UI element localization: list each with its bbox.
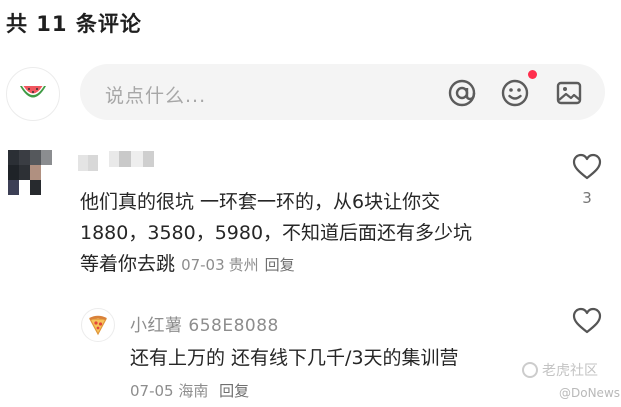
watermark-text: 老虎社区 xyxy=(542,363,598,379)
comment-input-placeholder: 说点什么... xyxy=(105,85,207,107)
like-button[interactable] xyxy=(571,307,603,339)
watermark-logo-icon xyxy=(522,362,538,378)
heart-icon xyxy=(572,307,602,334)
image-icon[interactable] xyxy=(553,77,585,109)
comment-input[interactable]: 说点什么... xyxy=(80,64,605,120)
comments-panel: 共 11 条评论 说点什么... 他们真的很坑 一环套一环的，从6块让你交 18… xyxy=(0,0,621,407)
comment-text-line: 他们真的很坑 一环套一环的，从6块让你交 xyxy=(80,191,441,213)
comment-text-line: 1880，3580，5980，不知道后面还有多少坑 xyxy=(80,222,473,244)
reply-date: 07-05 xyxy=(130,382,174,400)
comment-text-end: 等着你去跳 xyxy=(80,253,176,275)
comment-location: 贵州 xyxy=(228,256,259,274)
like-button[interactable]: 3 xyxy=(571,153,603,207)
commenter-name-pixelated[interactable] xyxy=(78,147,154,173)
reply-link[interactable]: 回复 xyxy=(219,382,249,400)
notification-dot xyxy=(528,70,537,79)
comment-text-line: 等着你去跳 07-03 贵州 回复 xyxy=(80,249,550,281)
emoji-icon[interactable] xyxy=(499,77,531,109)
watermark: 老虎社区 xyxy=(522,360,598,380)
watermelon-icon xyxy=(20,86,46,98)
watermark-sub: @DoNews xyxy=(559,386,621,400)
reply-meta: 07-05 海南 回复 xyxy=(130,380,249,401)
heart-icon xyxy=(572,153,602,180)
at-icon[interactable] xyxy=(446,77,478,109)
comment-date: 07-03 xyxy=(181,256,225,274)
reply-author[interactable]: 小红薯 658E8088 xyxy=(130,311,279,336)
like-count: 3 xyxy=(582,189,592,207)
comment-body: 他们真的很坑 一环套一环的，从6块让你交 1880，3580，5980，不知道后… xyxy=(80,187,550,281)
reply-avatar[interactable] xyxy=(81,308,115,342)
avatar[interactable] xyxy=(6,67,60,121)
comment-count-title: 共 11 条评论 xyxy=(6,12,142,36)
reply-link[interactable]: 回复 xyxy=(265,256,295,274)
reply-location: 海南 xyxy=(178,382,209,400)
pizza-icon xyxy=(89,315,107,336)
commenter-avatar-pixelated[interactable] xyxy=(8,150,52,208)
reply-text: 还有上万的 还有线下几千/3天的集训营 xyxy=(130,347,459,369)
